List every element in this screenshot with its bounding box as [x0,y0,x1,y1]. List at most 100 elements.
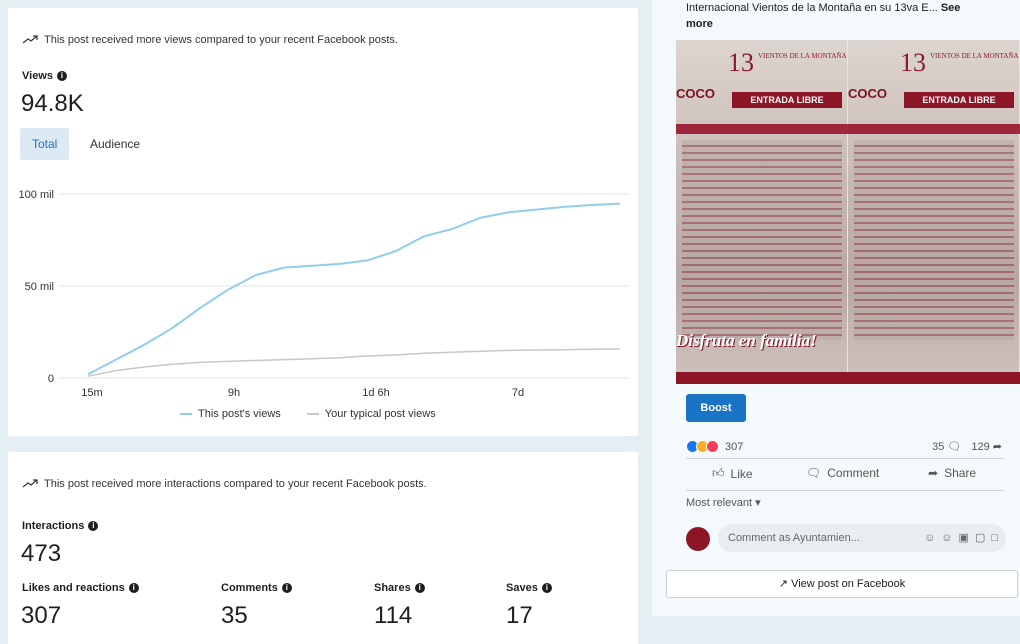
poster-right: 13 VIENTOS DE LA MONTAÑA COCO ENTRADA LI… [848,40,1020,384]
comment-sort-dropdown[interactable]: Most relevant ▾ [686,496,761,509]
poster-festival: VIENTOS DE LA MONTAÑA [758,52,847,60]
stat-saves-label: Saves i [506,582,552,594]
share-count-value: 129 [971,441,990,453]
divider [686,490,1004,491]
boost-button[interactable]: Boost [686,394,746,422]
comment-count-value: 35 [932,441,945,453]
x-tick-label: 7d [512,387,524,398]
y-tick-label: 100 mil [19,189,54,201]
legend-label-this-post: This post's views [198,408,281,420]
series-line-this-post [87,202,621,376]
info-icon[interactable]: i [128,583,139,593]
trend-up-icon [22,35,38,44]
share-button[interactable]: ➦ Share [928,466,976,480]
legend-swatch-typical [306,413,319,415]
comment-input[interactable]: Comment as Ayuntamien... ☺ ☺ ▣ ▢ □ [718,524,1006,552]
views-card: This post received more views compared t… [8,8,638,436]
poster-logo: 13 [900,48,926,77]
stat-shares-label-text: Shares [374,582,411,594]
external-link-icon: ↗ [778,578,788,590]
stat-shares-value: 114 [374,602,413,629]
comment-count[interactable]: 35 🗨 [932,440,961,453]
poster-footer [848,372,1020,384]
views-value: 94.8K [21,90,84,117]
reaction-count: 307 [725,440,744,453]
legend-label-typical: Your typical post views [324,408,436,420]
thumbs-up-icon: 👍︎ [712,466,725,480]
like-button[interactable]: 👍︎ Like [712,466,753,481]
stat-saves-value: 17 [506,602,533,629]
comment-placeholder: Comment as Ayuntamien... [728,532,860,544]
comment-sort-label: Most relevant [686,497,753,509]
poster-dateband [676,124,848,134]
camera-icon[interactable]: ▣ [959,524,969,552]
comment-button[interactable]: 🗨︎ Comment [806,466,879,480]
poster-banner: ENTRADA LIBRE [904,92,1014,108]
emoji-icon[interactable]: ☺ [941,524,952,552]
divider [686,458,1004,459]
interactions-value: 473 [21,540,62,567]
share-icon: ➦ [928,466,939,480]
views-label-text: Views [22,70,53,82]
info-icon[interactable]: i [541,583,552,593]
view-on-facebook-button[interactable]: ↗ View post on Facebook [666,570,1018,598]
poster-program-lines [682,140,842,340]
interactions-notice: This post received more interactions com… [22,478,427,490]
poster-dateband [848,124,1020,134]
poster-logo: 13 [728,48,754,77]
interactions-label-text: Interactions [22,520,85,532]
love-reaction-icon [706,440,719,453]
legend-swatch-this-post [180,413,192,415]
sticker-icon[interactable]: □ [991,524,998,552]
stat-comments-label: Comments i [221,582,292,594]
poster-left: 13 VIENTOS DE LA MONTAÑA COCO ENTRADA LI… [676,40,848,384]
avatar-sticker-icon[interactable]: ☺ [924,524,935,552]
poster-footer [676,372,848,384]
stat-likes-label-text: Likes and reactions [22,582,125,594]
interactions-card: This post received more interactions com… [8,452,638,644]
poster-festival: VIENTOS DE LA MONTAÑA [930,52,1019,60]
x-tick-label: 1d 6h [362,387,390,398]
info-icon[interactable]: i [281,583,292,593]
comment-label: Comment [827,466,880,480]
poster-brand: COCO [676,86,715,101]
stat-comments-label-text: Comments [221,582,278,594]
trend-up-icon [22,479,38,488]
post-caption-text: Internacional Vientos de la Montaña en s… [686,2,938,14]
chart-legend: This post's views Your typical post view… [180,408,436,420]
post-preview: Internacional Vientos de la Montaña en s… [652,0,1020,616]
gif-icon[interactable]: ▢ [975,524,985,552]
stat-shares-label: Shares i [374,582,425,594]
x-tick-label: 15m [81,387,102,398]
reaction-summary[interactable]: 307 [686,440,743,453]
comment-icon: 🗨︎ [806,466,822,480]
share-count[interactable]: 129 ➦ [971,440,1002,453]
interactions-notice-text: This post received more interactions com… [44,478,427,490]
views-chart: 100 mil 50 mil 0 15m 9h 1d 6h 7d [19,189,630,398]
poster-family-text: Disfruta en familia! [676,331,817,350]
stat-comments-value: 35 [221,602,248,629]
interactions-label: Interactions i [22,520,99,532]
poster-banner: ENTRADA LIBRE [732,92,842,108]
like-label: Like [730,466,753,481]
legend-item-this-post[interactable]: This post's views [180,408,281,420]
views-notice: This post received more views compared t… [22,34,398,46]
legend-item-typical[interactable]: Your typical post views [306,408,436,420]
info-icon[interactable]: i [57,71,67,81]
stat-likes-value: 307 [21,602,62,629]
y-tick-label: 50 mil [25,281,54,293]
tab-total[interactable]: Total [20,128,70,160]
x-tick-label: 9h [228,387,240,398]
info-icon[interactable]: i [414,583,425,593]
share-small-icon: ➦ [992,441,1002,453]
tab-audience[interactable]: Audience [78,128,152,160]
series-line-typical [87,348,621,377]
views-label: Views i [22,70,67,82]
y-tick-label: 0 [48,373,54,385]
stat-likes-label: Likes and reactions i [22,582,139,594]
info-icon[interactable]: i [88,521,99,531]
post-image[interactable]: 13 VIENTOS DE LA MONTAÑA COCO ENTRADA LI… [676,40,1020,384]
comment-tools: ☺ ☺ ▣ ▢ □ [924,524,998,552]
chevron-down-icon: ▾ [755,497,761,509]
avatar [686,527,710,551]
